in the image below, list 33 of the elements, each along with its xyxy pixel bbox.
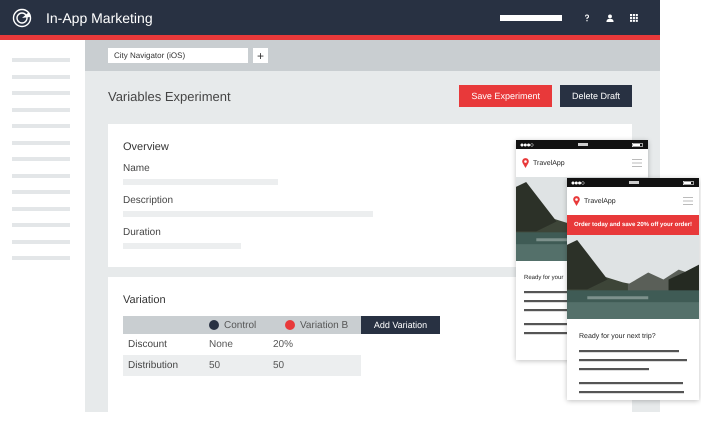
section-title: Overview (123, 141, 169, 153)
table-cell-text: 50 (209, 360, 222, 371)
pin-icon (573, 196, 580, 206)
menu-icon[interactable] (632, 159, 642, 167)
apps-grid-icon[interactable] (630, 14, 638, 22)
logo-icon (12, 8, 32, 28)
battery-icon (632, 142, 644, 146)
field-label: Name (123, 163, 150, 174)
user-icon[interactable] (606, 14, 614, 22)
signal-icon (520, 142, 534, 146)
add-variation-button[interactable]: Add Variation (361, 316, 440, 334)
app-select[interactable]: City Navigator (iOS) (108, 48, 248, 63)
menu-icon[interactable] (683, 197, 693, 205)
field-label: Description (123, 195, 174, 206)
section-title: Variation (123, 294, 166, 306)
column-header: Control (224, 320, 256, 330)
field-label: Duration (123, 227, 161, 238)
signal-icon (571, 180, 585, 184)
table-cell-text: 50 (273, 360, 286, 371)
add-app-button[interactable]: + (253, 48, 268, 63)
table-cell-text: Distribution (127, 360, 180, 371)
column-header: Variation B (300, 320, 348, 330)
delete-button[interactable]: Delete Draft (560, 85, 632, 107)
table-cell-text: 20% (273, 339, 294, 350)
help-icon[interactable] (584, 14, 590, 22)
page-title: Variables Experiment (108, 88, 231, 104)
save-button[interactable]: Save Experiment (459, 85, 552, 107)
search-field[interactable] (500, 14, 562, 20)
pin-icon (522, 158, 529, 168)
table-cell-text: Discount (127, 339, 168, 350)
app-title: In-App Marketing (46, 10, 153, 26)
table-cell-text: None (209, 339, 234, 350)
battery-icon (683, 180, 695, 184)
